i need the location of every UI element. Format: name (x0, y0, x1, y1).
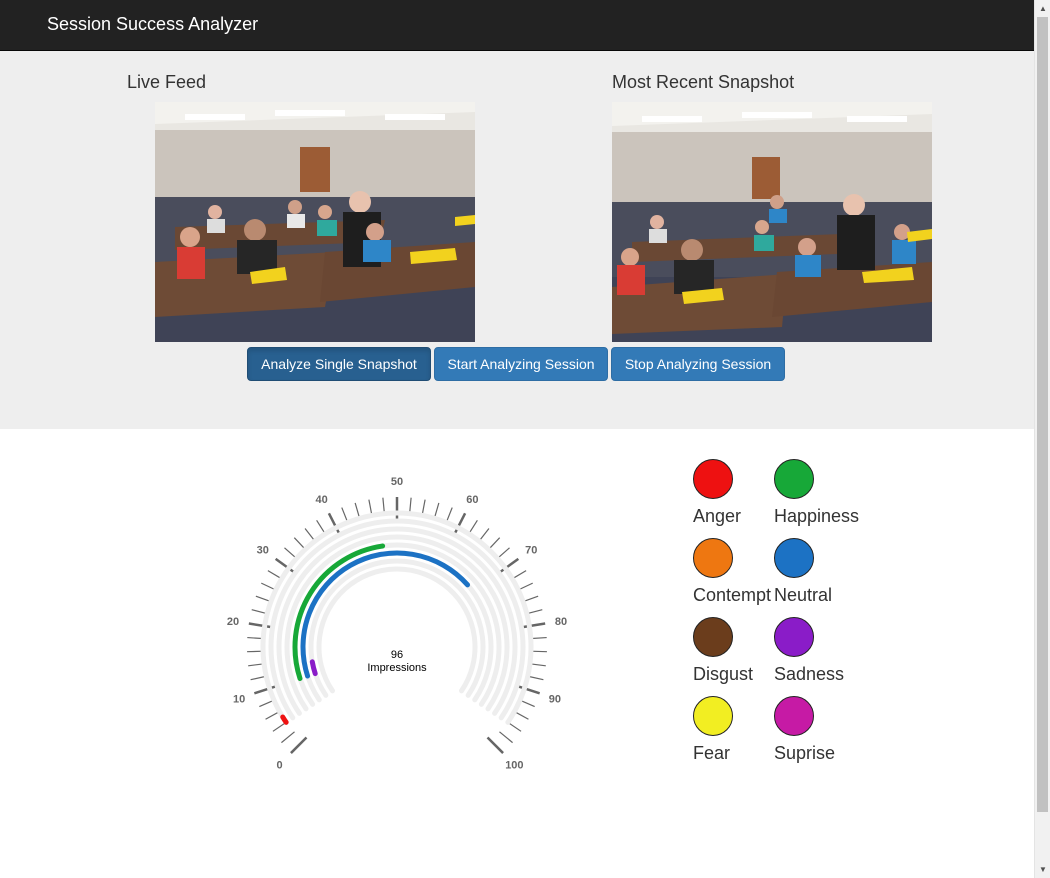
legend-dot-happiness (774, 459, 814, 499)
snapshot-title: Most Recent Snapshot (612, 72, 795, 92)
legend-label-sadness: Sadness (774, 664, 845, 684)
video-panel: Live Feed Most Recent Snapshot Analyze S… (0, 51, 1034, 429)
scroll-up-arrow-icon[interactable]: ▲ (1035, 0, 1050, 17)
legend-item-happiness: Happiness (774, 459, 864, 529)
legend-dot-sadness (774, 617, 814, 657)
legend-item-disgust: Disgust (693, 617, 783, 687)
gauge-series-anger (280, 714, 289, 725)
legend-label-fear: Fear (693, 743, 731, 763)
legend-dot-disgust (693, 617, 733, 657)
gauge-tick-label: 0 (277, 759, 283, 771)
gauge-minor-tick (499, 731, 513, 744)
gauge-major-tick (486, 736, 504, 754)
gauge-tick-label: 30 (257, 544, 269, 556)
gauge-chart: 0 10 20 30 40 50 60 70 80 90 100 (227, 476, 567, 771)
gauge-major-tick (290, 736, 308, 754)
legend-label-contempt: Contempt (693, 585, 772, 605)
gauge-tick-label: 70 (525, 544, 537, 556)
gauge-tick-label: 50 (391, 476, 403, 488)
impressions-gauge: 0 10 20 30 40 50 60 70 80 90 100 96 Impressions (195, 462, 595, 772)
gauge-tick-label: 20 (227, 616, 239, 628)
legend-dot-contempt (693, 538, 733, 578)
analyze-single-snapshot-button[interactable]: Analyze Single Snapshot (247, 347, 431, 381)
gauge-tick-label: 90 (549, 693, 561, 705)
legend-item-suprise: Suprise (774, 696, 864, 766)
legend-dot-fear (693, 696, 733, 736)
legend-label-disgust: Disgust (693, 664, 754, 684)
gauge-value: 96 (390, 649, 404, 661)
gauge-tick-label: 60 (466, 494, 478, 506)
legend-item-fear: Fear (693, 696, 783, 766)
live-feed-title: Live Feed (127, 72, 207, 92)
gauge-tick-label: 10 (233, 693, 245, 705)
legend-dot-neutral (774, 538, 814, 578)
gauge-minor-tick (281, 731, 295, 744)
scroll-down-arrow-icon[interactable]: ▼ (1035, 861, 1050, 878)
legend-label-neutral: Neutral (774, 585, 833, 605)
stop-analyzing-session-button[interactable]: Stop Analyzing Session (611, 347, 785, 381)
gauge-label: Impressions (367, 662, 427, 674)
legend-label-suprise: Suprise (774, 743, 836, 763)
legend-dot-anger (693, 459, 733, 499)
snapshot-image (612, 102, 932, 342)
legend-dot-suprise (774, 696, 814, 736)
gauge-track (300, 550, 494, 703)
gauge-series-sadness (309, 659, 318, 677)
gauge-tick-label: 80 (555, 616, 567, 628)
app-window: Session Success Analyzer Live Feed Most … (0, 0, 1050, 878)
navbar-brand[interactable]: Session Success Analyzer (47, 14, 258, 35)
gauge-tick-label: 40 (316, 494, 328, 506)
legend-item-neutral: Neutral (774, 538, 864, 608)
scrollbar-thumb[interactable] (1037, 17, 1048, 812)
vertical-scrollbar[interactable]: ▲ ▼ (1034, 0, 1050, 878)
legend-item-sadness: Sadness (774, 617, 864, 687)
gauge-track (308, 558, 486, 698)
navbar: Session Success Analyzer (0, 0, 1034, 51)
gauge-tick-label: 100 (505, 759, 523, 771)
legend-label-happiness: Happiness (774, 506, 860, 526)
legend-label-anger: Anger (693, 506, 742, 526)
start-analyzing-session-button[interactable]: Start Analyzing Session (434, 347, 608, 381)
live-feed-video (155, 102, 475, 342)
legend-item-contempt: Contempt (693, 538, 783, 608)
legend-item-anger: Anger (693, 459, 783, 529)
